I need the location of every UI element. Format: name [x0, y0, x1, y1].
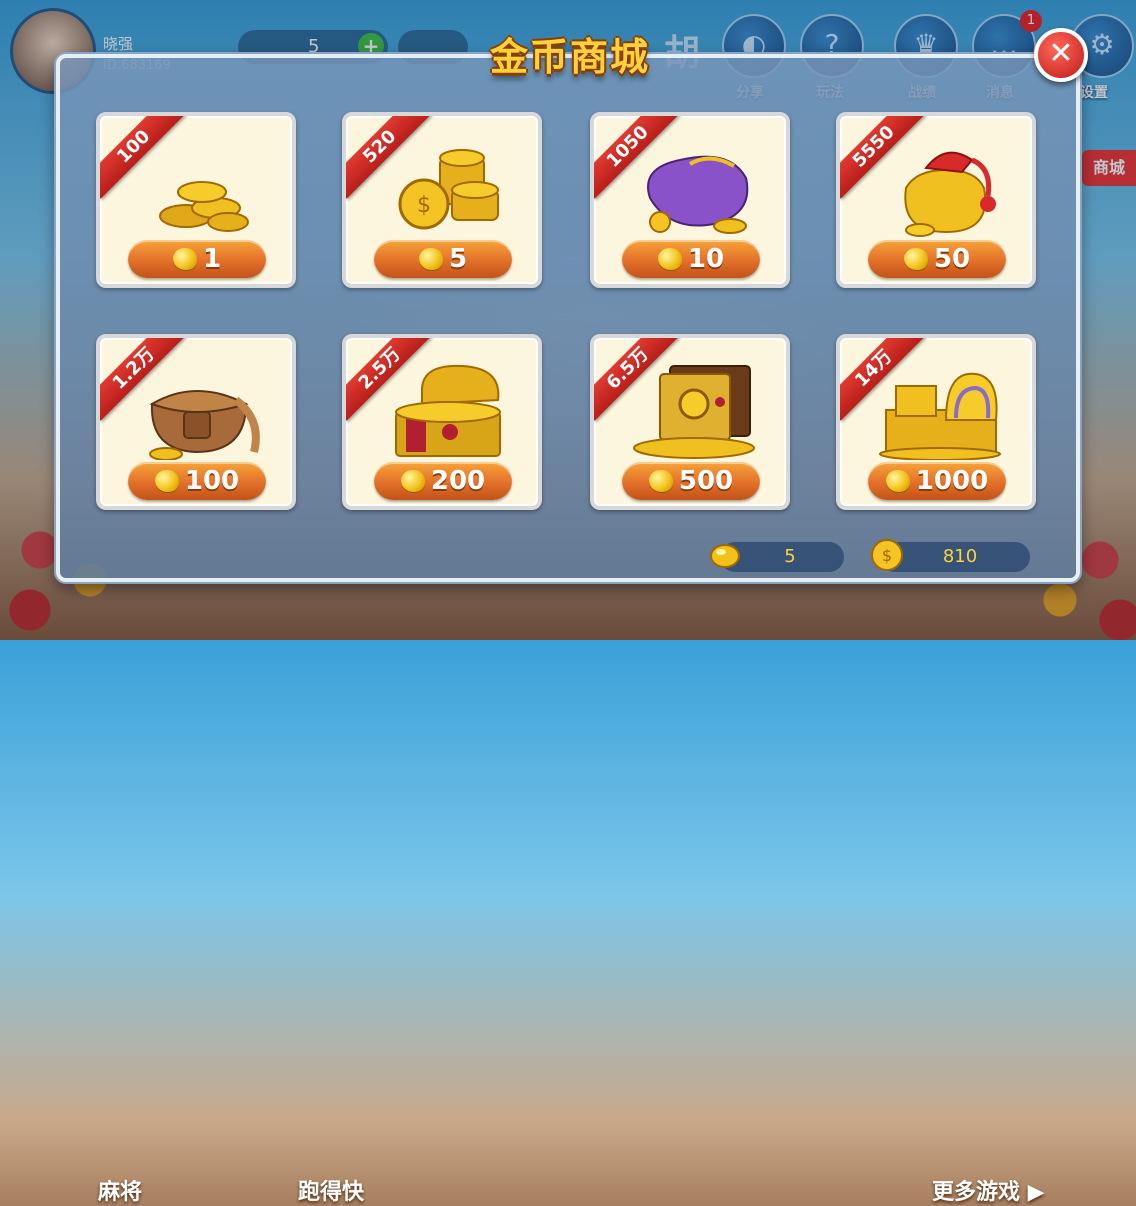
price-label: 1000 [915, 466, 989, 496]
svg-text:$: $ [417, 193, 431, 218]
buy-button[interactable]: 500 [622, 462, 760, 500]
bean-icon [154, 470, 179, 492]
shop-item-4[interactable]: 5550 50 [836, 112, 1036, 288]
bean-icon [903, 248, 928, 270]
gold-money-bag-icon [904, 151, 996, 237]
safe-box-icon [633, 365, 755, 459]
gold-castle-icon [879, 372, 1001, 460]
shop-title: 金币商城 [489, 35, 650, 79]
buy-button[interactable]: 10 [622, 240, 760, 278]
bean-icon [885, 470, 910, 492]
close-button[interactable]: ✕ [1034, 28, 1088, 82]
game-mahjong[interactable]: 麻将 [98, 1174, 142, 1206]
coin-stack-icon: $ [398, 149, 499, 230]
svg-text:$: $ [882, 546, 892, 565]
bean-icon [172, 248, 197, 270]
coin-icon: $ [871, 539, 903, 571]
purple-coin-bag-icon [647, 155, 749, 234]
buy-button[interactable]: 50 [868, 240, 1006, 278]
treasure-chest-icon [395, 364, 501, 457]
buy-button[interactable]: 200 [374, 462, 512, 500]
shop-item-7[interactable]: 6.5万 500 [590, 334, 790, 510]
bean-icon [418, 248, 443, 270]
coin-pile-icon [159, 181, 249, 232]
shop-item-6[interactable]: 2.5万 200 [342, 334, 542, 510]
buy-button[interactable]: 1 [128, 240, 266, 278]
shop-item-2[interactable]: 520 $ 5 [342, 112, 542, 288]
more-games-label: 更多游戏 [932, 1180, 1021, 1205]
price-label: 50 [933, 244, 971, 274]
price-label: 5 [448, 244, 468, 274]
shop-item-5[interactable]: 1.2万 100 [96, 334, 296, 510]
bean-icon [648, 470, 673, 492]
price-label: 500 [678, 466, 734, 496]
buy-button[interactable]: 100 [128, 462, 266, 500]
buy-button[interactable]: 5 [374, 240, 512, 278]
leather-bag-icon [149, 390, 260, 460]
bean-balance-value: 5 [784, 546, 796, 567]
shop-item-3[interactable]: 1050 10 [590, 112, 790, 288]
bean-icon [400, 470, 425, 492]
game-paodekuai[interactable]: 跑得快 [298, 1174, 364, 1206]
bean-icon [657, 248, 682, 270]
coin-balance-value: 810 [942, 546, 978, 567]
more-games-button[interactable]: 更多游戏 ▶ [932, 1174, 1045, 1206]
price-label: 10 [687, 244, 725, 274]
price-label: 1 [202, 244, 222, 274]
shop-item-8[interactable]: 14万 1000 [836, 334, 1036, 510]
buy-button[interactable]: 1000 [868, 462, 1006, 500]
shop-item-1[interactable]: 100 1 [96, 112, 296, 288]
price-label: 100 [184, 466, 240, 496]
bean-icon [710, 544, 740, 568]
price-label: 200 [430, 466, 486, 496]
